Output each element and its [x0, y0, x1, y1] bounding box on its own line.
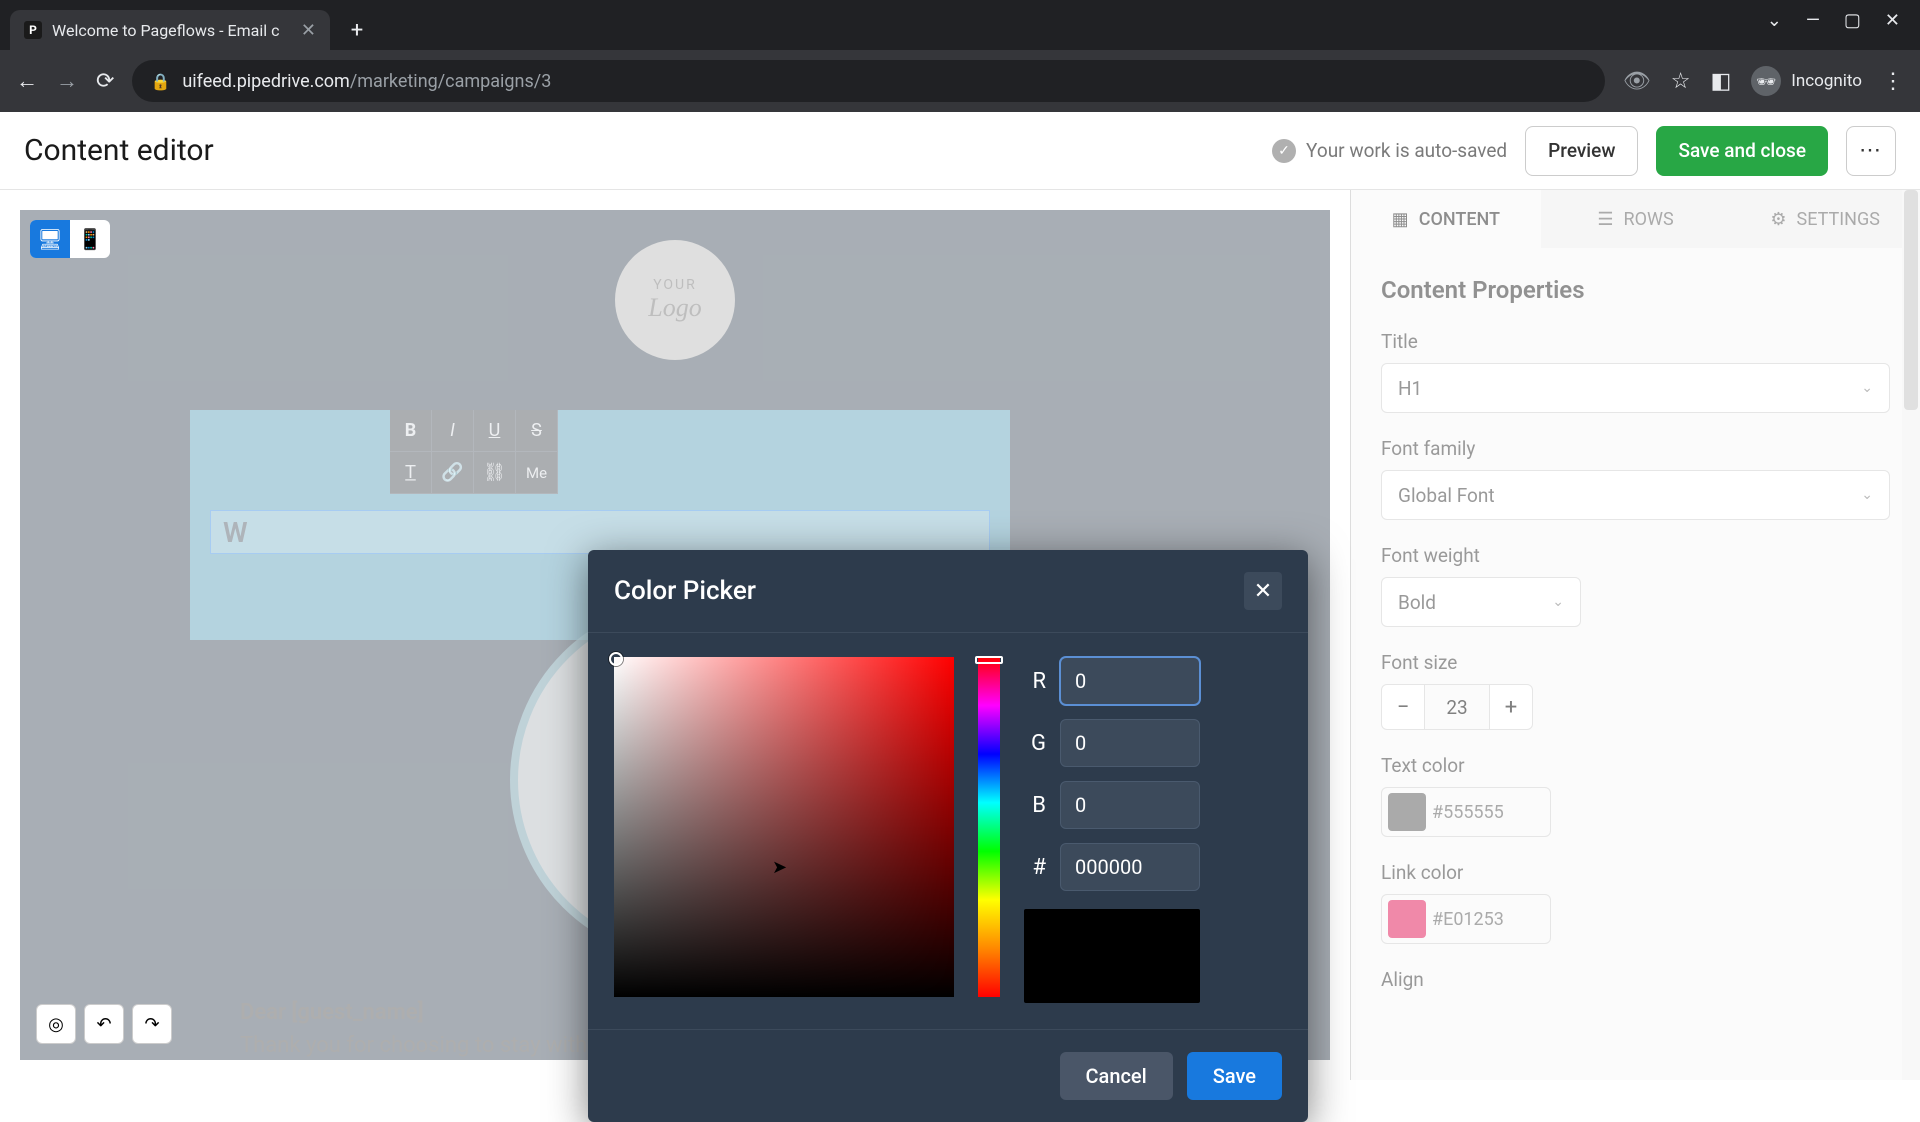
browser-chrome: P Welcome to Pageflows - Email c ✕ + ⌄ —…	[0, 0, 1920, 112]
page-title: Content editor	[24, 133, 214, 168]
maximize-icon[interactable]: ▢	[1844, 10, 1861, 31]
preview-button[interactable]: Preview	[1525, 126, 1638, 176]
incognito-badge[interactable]: 🕶 Incognito	[1751, 66, 1862, 96]
hue-marker[interactable]	[975, 656, 1003, 664]
url-domain: uifeed.pipedrive.com	[182, 71, 349, 92]
save-close-button[interactable]: Save and close	[1656, 126, 1828, 176]
eye-off-icon[interactable]: 👁	[1623, 69, 1651, 94]
focus-button[interactable]: ◎	[36, 1004, 76, 1044]
color-picker-dialog: Color Picker ✕ ➤ R G B	[588, 550, 1308, 1122]
picker-footer: Cancel Save	[588, 1029, 1308, 1122]
b-input[interactable]	[1060, 781, 1200, 829]
window-controls: ⌄ — ▢ ✕	[1747, 0, 1920, 41]
incognito-icon: 🕶	[1751, 66, 1781, 96]
g-label: G	[1024, 731, 1046, 756]
browser-tab[interactable]: P Welcome to Pageflows - Email c ✕	[10, 10, 330, 50]
mobile-view-button[interactable]: 📱	[70, 220, 110, 258]
undo-button[interactable]: ↶	[84, 1004, 124, 1044]
reload-icon[interactable]: ⟳	[96, 69, 114, 94]
picker-body: ➤ R G B #	[588, 632, 1308, 1029]
mouse-cursor-icon: ➤	[772, 857, 787, 878]
r-label: R	[1024, 669, 1046, 694]
r-input[interactable]	[1060, 657, 1200, 705]
autosave-status: ✓ Your work is auto-saved	[1272, 139, 1507, 163]
panel-dim-overlay	[1351, 190, 1920, 1080]
incognito-label: Incognito	[1791, 71, 1862, 91]
desktop-view-button[interactable]: 🖥	[30, 220, 70, 258]
picker-header: Color Picker ✕	[588, 550, 1308, 632]
back-icon[interactable]: ←	[16, 68, 38, 94]
close-tab-icon[interactable]: ✕	[301, 20, 316, 41]
minimize-icon[interactable]: —	[1806, 10, 1820, 31]
picker-save-button[interactable]: Save	[1187, 1052, 1282, 1100]
b-label: B	[1024, 793, 1046, 818]
g-input[interactable]	[1060, 719, 1200, 767]
saturation-cursor[interactable]	[609, 652, 623, 666]
picker-inputs: R G B #	[1024, 657, 1200, 1003]
url-path: /marketing/campaigns/3	[350, 71, 552, 92]
forward-icon[interactable]: →	[56, 68, 78, 94]
color-preview-swatch	[1024, 909, 1200, 1003]
autosave-text: Your work is auto-saved	[1306, 139, 1507, 162]
device-toggle: 🖥 📱	[30, 220, 110, 258]
more-button[interactable]: ⋯	[1846, 126, 1896, 176]
extensions-icon[interactable]: ◧	[1710, 69, 1731, 94]
hex-label: #	[1024, 855, 1046, 880]
properties-panel: ▦ CONTENT ☰ ROWS ⚙ SETTINGS Content Prop…	[1350, 190, 1920, 1080]
hex-input[interactable]	[1060, 843, 1200, 891]
main: 🖥 📱 YOUR Logo B I U S T̲	[0, 190, 1920, 1080]
close-picker-button[interactable]: ✕	[1244, 572, 1282, 610]
redo-button[interactable]: ↷	[132, 1004, 172, 1044]
history-controls: ◎ ↶ ↷	[36, 1004, 172, 1044]
hue-slider[interactable]	[978, 657, 1000, 997]
browser-right-icons: 👁 ☆ ◧ 🕶 Incognito ⋮	[1623, 66, 1904, 96]
picker-cancel-button[interactable]: Cancel	[1060, 1052, 1173, 1100]
app-header: Content editor ✓ Your work is auto-saved…	[0, 112, 1920, 190]
star-icon[interactable]: ☆	[1671, 69, 1691, 94]
saturation-area[interactable]: ➤	[614, 657, 954, 997]
new-tab-button[interactable]: +	[340, 13, 374, 47]
tab-strip: P Welcome to Pageflows - Email c ✕ + ⌄ —…	[0, 0, 1920, 50]
check-icon: ✓	[1272, 139, 1296, 163]
lock-icon: 🔒	[150, 72, 170, 91]
kebab-icon[interactable]: ⋮	[1882, 69, 1904, 94]
picker-title: Color Picker	[614, 576, 756, 606]
address-bar: ← → ⟳ 🔒 uifeed.pipedrive.com/marketing/c…	[0, 50, 1920, 112]
chevron-down-icon[interactable]: ⌄	[1767, 10, 1782, 31]
tab-title: Welcome to Pageflows - Email c	[52, 21, 279, 40]
close-window-icon[interactable]: ✕	[1885, 10, 1900, 31]
url-input[interactable]: 🔒 uifeed.pipedrive.com/marketing/campaig…	[132, 60, 1604, 102]
favicon: P	[24, 21, 42, 39]
